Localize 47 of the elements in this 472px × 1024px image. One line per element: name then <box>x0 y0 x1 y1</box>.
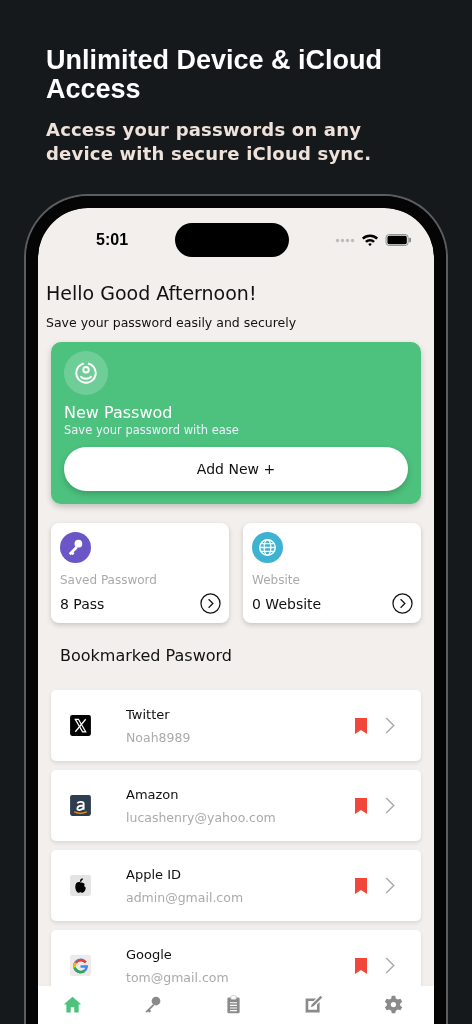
section-title: Bookmarked Pasword <box>60 646 233 665</box>
account-name: Amazon <box>126 786 180 802</box>
chevron-right-icon <box>385 957 395 974</box>
add-new-button[interactable]: Add New + <box>64 447 408 491</box>
stat-value: 0 Website <box>252 595 322 612</box>
account-id: tom@gmail.com <box>126 969 230 985</box>
stat-value: 8 Pass <box>60 595 105 612</box>
home-icon[interactable] <box>62 994 83 1015</box>
bookmark-row[interactable]: Twitter Noah8989 <box>51 690 421 761</box>
bookmark-icon[interactable] <box>355 797 367 814</box>
chevron-right-icon <box>385 717 395 734</box>
stat-card[interactable]: Saved Password 8 Pass <box>51 523 229 623</box>
account-id: lucashenry@yahoo.com <box>126 809 277 825</box>
stat-label: Website <box>252 573 301 587</box>
account-id: Noah8989 <box>126 729 192 745</box>
greeting-subtitle: Save your password easily and securely <box>46 315 298 330</box>
settings-icon[interactable] <box>383 994 404 1015</box>
bookmark-icon[interactable] <box>355 957 367 974</box>
account-name: Google <box>126 946 173 962</box>
account-name: Twitter <box>126 706 171 722</box>
google-logo-icon <box>68 953 93 978</box>
bookmark-row[interactable]: Apple ID admin@gmail.com <box>51 850 421 921</box>
x-logo-icon <box>68 713 93 738</box>
stat-card[interactable]: Website 0 Website <box>243 523 421 623</box>
card-title: New Passwod <box>64 403 174 422</box>
subheadline: Access your passwords on any device with secure iCloud sync. <box>46 118 373 166</box>
user-circle-icon <box>73 360 99 386</box>
account-id: admin@gmail.com <box>126 889 245 905</box>
greeting-title: Hello Good Afternoon! <box>46 282 258 304</box>
chevron-circle-icon[interactable] <box>392 593 413 614</box>
bookmark-icon[interactable] <box>355 877 367 894</box>
bookmark-row[interactable]: Amazon lucashenry@yahoo.com <box>51 770 421 841</box>
chevron-right-icon <box>385 877 395 894</box>
status-time: 5:01 <box>96 231 129 249</box>
signal-icon <box>335 237 355 243</box>
headline: Unlimited Device & iCloud Access <box>46 46 384 104</box>
card-subtitle: Save your password with ease <box>64 423 240 437</box>
stat-label: Saved Password <box>60 573 158 587</box>
bookmark-icon[interactable] <box>355 717 367 734</box>
apple-logo-icon <box>68 873 93 898</box>
battery-icon <box>385 234 412 246</box>
bookmark-row[interactable]: Google tom@gmail.com <box>51 930 421 986</box>
chevron-circle-icon[interactable] <box>200 593 221 614</box>
amazon-logo-icon <box>68 793 93 818</box>
chevron-right-icon <box>385 797 395 814</box>
wifi-icon <box>361 233 379 247</box>
account-name: Apple ID <box>126 866 182 882</box>
